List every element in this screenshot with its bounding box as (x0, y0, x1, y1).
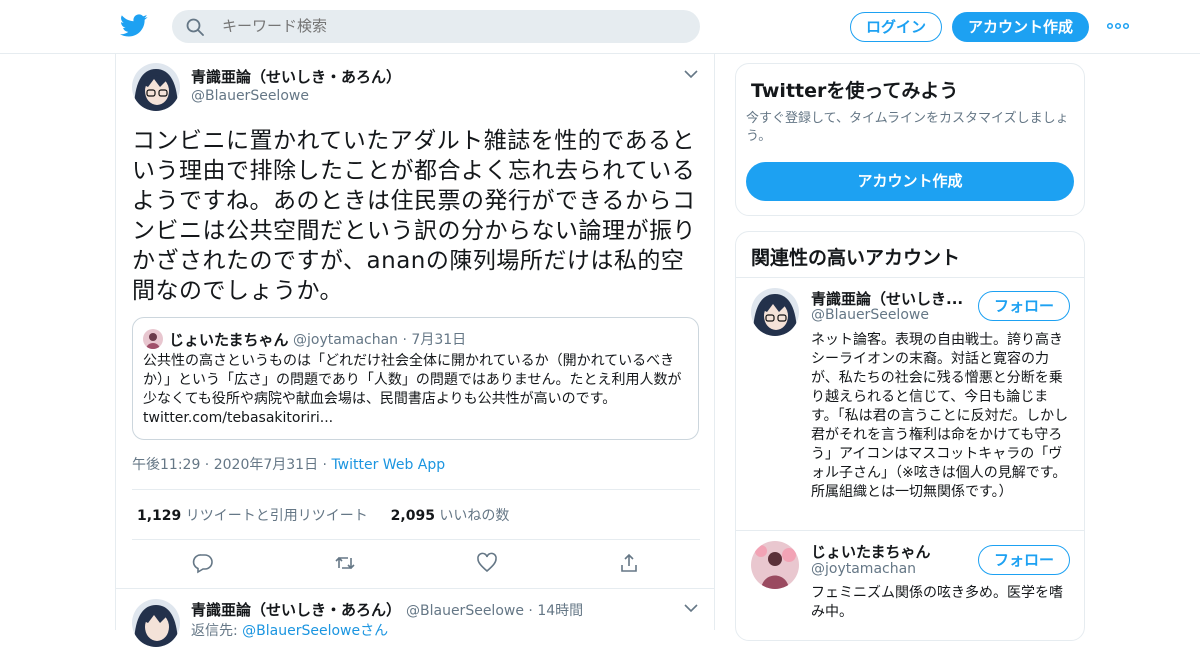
quoted-tweet[interactable]: じょいたまちゃん @joytamachan · 7月31日 公共性の高さというも… (132, 317, 699, 440)
quote-author-name: じょいたまちゃん (169, 331, 289, 349)
more-icon[interactable] (1107, 22, 1129, 30)
like-count: 2,095 (390, 508, 435, 524)
avatar[interactable] (751, 288, 799, 336)
avatar-image (751, 541, 799, 589)
signup-card-subtitle: 今すぐ登録して、タイムラインをカスタマイズしましょう。 (746, 111, 1069, 144)
divider (132, 539, 700, 540)
avatar[interactable] (751, 541, 799, 589)
quote-link: twitter.com/tebasakitoriri... (143, 410, 334, 426)
follow-button[interactable]: フォロー (978, 291, 1070, 321)
reply-icon[interactable] (192, 552, 214, 574)
chevron-down-icon[interactable] (684, 70, 698, 79)
reply-context: 返信先: @BlauerSeeloweさん (191, 620, 388, 640)
tweet-date[interactable]: 2020年7月31日 (214, 457, 318, 473)
quote-text: 公共性の高さというものは「どれだけ社会全体に開かれているか（開かれているべきか）… (143, 352, 691, 428)
separator-dot: · (318, 457, 332, 473)
account-name[interactable]: 青識亜論（せいしき... (811, 288, 963, 309)
retweet-count: 1,129 (137, 508, 182, 524)
separator-dot: · (200, 457, 214, 473)
avatar-image (132, 599, 180, 647)
related-accounts-card: 関連性の高いアカウント 青識亜論（せいしき... @BlauerSeelowe … (735, 231, 1085, 641)
signup-card-title: Twitterを使ってみよう (751, 80, 959, 102)
tweet-timeline: 青識亜論（せいしき・あろん） @BlauerSeelowe コンビニに置かれてい… (115, 54, 715, 647)
twitter-bird-icon[interactable] (120, 13, 148, 39)
signup-button[interactable]: アカウント作成 (952, 12, 1089, 42)
retweet-icon[interactable] (334, 552, 356, 574)
account-bio: ネット論客。表現の自由戦士。誇り高きシーライオンの末裔。対話と寛容の力が、私たち… (811, 332, 1069, 500)
tweet-time[interactable]: 午後11:29 (132, 457, 200, 473)
account-handle[interactable]: @BlauerSeelowe (811, 307, 929, 323)
tweet-timestamp: 午後11:29 · 2020年7月31日 · Twitter Web App (132, 454, 445, 474)
tweet-text: コンビニに置かれていたアダルト雑誌を性的であるという理由で排除したことが都合よく… (132, 128, 696, 304)
tweet-author-name[interactable]: 青識亜論（せいしき・あろん） (191, 66, 401, 87)
quote-author-handle: @joytamachan · 7月31日 (293, 329, 466, 349)
avatar-image (751, 288, 799, 336)
account-bio: フェミニズム関係の呟き多め。医学を嗜み中。 (811, 585, 1063, 620)
related-accounts-title: 関連性の高いアカウント (751, 247, 961, 269)
account-handle[interactable]: @joytamachan (811, 561, 916, 577)
retweet-label: リツイートと引用リツイート (185, 508, 368, 524)
retweet-count-link[interactable]: 1,129 リツイートと引用リツイート (137, 508, 368, 524)
quote-avatar (143, 329, 163, 349)
reply-prefix: 返信先: (191, 623, 238, 639)
like-label: いいねの数 (439, 508, 510, 524)
separator-dot: · (528, 603, 538, 619)
divider (736, 277, 1084, 278)
avatar[interactable] (132, 599, 180, 647)
reply-to-link[interactable]: @BlauerSeeloweさん (242, 623, 388, 639)
divider (736, 530, 1084, 531)
quote-date: 7月31日 (411, 332, 467, 348)
search-box[interactable] (172, 10, 700, 43)
search-input[interactable] (222, 10, 682, 43)
quote-handle-text: @joytamachan (293, 332, 399, 348)
follow-button[interactable]: フォロー (978, 545, 1070, 575)
login-button[interactable]: ログイン (850, 12, 942, 42)
avatar[interactable] (132, 63, 180, 111)
search-icon (186, 18, 204, 36)
signup-card-button[interactable]: アカウント作成 (746, 162, 1074, 201)
top-navigation-bar: ログイン アカウント作成 (0, 0, 1200, 54)
share-icon[interactable] (618, 552, 640, 574)
reply-age: 14時間 (537, 603, 584, 619)
tweet-author-handle[interactable]: @BlauerSeelowe (191, 88, 309, 104)
quote-body: 公共性の高さというものは「どれだけ社会全体に開かれているか（開かれているべきか）… (143, 353, 682, 407)
tweet-stats: 1,129 リツイートと引用リツイート 2,095 いいねの数 (137, 505, 509, 525)
reply-author-handle[interactable]: @BlauerSeelowe · 14時間 (406, 600, 583, 620)
tweet-source-link[interactable]: Twitter Web App (331, 457, 445, 473)
reply-author-name[interactable]: 青識亜論（せいしき・あろん） (191, 599, 401, 620)
signup-card: Twitterを使ってみよう 今すぐ登録して、タイムラインをカスタマイズしましょ… (735, 63, 1085, 216)
account-name[interactable]: じょいたまちゃん (811, 541, 931, 562)
avatar-image (132, 63, 180, 111)
divider (116, 588, 714, 589)
reply-handle-text: @BlauerSeelowe (406, 603, 524, 619)
like-count-link[interactable]: 2,095 いいねの数 (391, 508, 510, 524)
divider (132, 489, 700, 490)
like-icon[interactable] (476, 552, 498, 574)
chevron-down-icon[interactable] (684, 604, 698, 613)
